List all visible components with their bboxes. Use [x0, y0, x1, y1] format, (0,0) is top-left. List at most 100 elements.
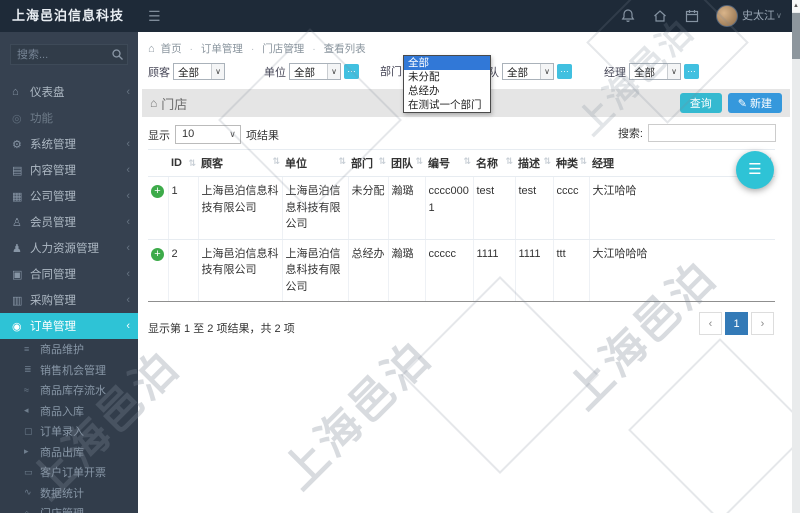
sidebar-item-company-mgmt[interactable]: ▦ 公司管理 ‹	[0, 183, 138, 209]
sidebar-item-functions[interactable]: ◎ 功能	[0, 105, 138, 131]
submenu-item-sales-opportunity[interactable]: ≣ 销售机会管理	[0, 360, 138, 381]
sort-icon: ⇅	[378, 156, 386, 166]
submenu-item-store-mgmt[interactable]: ⌂ 门店管理	[0, 503, 138, 513]
procurement-icon: ▥	[12, 294, 23, 307]
submenu-item-inventory-flow[interactable]: ≈ 商品库存流水	[0, 380, 138, 401]
sidebar-item-contract-mgmt[interactable]: ▣ 合同管理 ‹	[0, 261, 138, 287]
filter-manager: 经理 全部 ∨ …	[604, 63, 699, 80]
header-customer[interactable]: 顾客 ⇅	[198, 149, 282, 177]
header-id[interactable]: ID ⇅	[168, 149, 198, 177]
submenu-item-data-statistics[interactable]: ∿ 数据统计	[0, 483, 138, 504]
pagination-next-button[interactable]: ›	[751, 312, 774, 335]
user-avatar[interactable]	[716, 5, 738, 27]
invoice-icon: ▭	[24, 466, 33, 477]
store-icon: ⌂	[150, 96, 158, 110]
breadcrumb-store-mgmt[interactable]: 门店管理	[262, 43, 304, 55]
search-label: 搜索:	[617, 128, 643, 140]
header-department[interactable]: 部门 ⇅	[348, 149, 388, 177]
sidebar: ⌂ 仪表盘 ‹ ◎ 功能 ⚙ 系统管理 ‹ ▤ 内容管理 ‹ ▦ 公司管理	[0, 32, 138, 513]
team-select[interactable]: 全部 ∨	[502, 63, 554, 80]
header-unit[interactable]: 单位 ⇅	[282, 149, 348, 177]
chevron-down-icon: ∨	[667, 64, 680, 79]
company-icon: ▦	[12, 190, 23, 203]
cell-description: 1111	[514, 239, 553, 302]
cell-code: cccc0001	[424, 176, 473, 240]
sidebar-item-content-mgmt[interactable]: ▤ 内容管理 ‹	[0, 157, 138, 183]
menu-icon: ☰	[748, 161, 762, 178]
dropdown-option-unassigned[interactable]: 未分配	[404, 70, 490, 84]
header-expand	[148, 149, 168, 177]
cell-customer: 上海邑泊信息科技有限公司	[197, 239, 282, 302]
table-row: + 2 上海邑泊信息科技有限公司 上海邑泊信息科技有限公司 总经办 瀚璐 ccc…	[148, 239, 775, 302]
scroll-up-arrow-icon[interactable]: ▲	[792, 0, 800, 12]
unit-select[interactable]: 全部 ∨	[289, 63, 341, 80]
header-name[interactable]: 名称 ⇅	[473, 149, 515, 177]
row-expand-button[interactable]: +	[151, 247, 164, 261]
sidebar-item-system-mgmt[interactable]: ⚙ 系统管理 ‹	[0, 131, 138, 157]
chevron-down-icon: ∨	[327, 64, 340, 79]
floating-menu-button[interactable]: ☰	[736, 151, 774, 189]
submenu-item-product-outbound[interactable]: ▸ 商品出库	[0, 442, 138, 463]
cart-icon: ◉	[12, 320, 22, 333]
header-category[interactable]: 种类 ⇅	[553, 149, 589, 177]
scrollbar-thumb[interactable]	[792, 13, 800, 59]
chevron-left-icon: ‹	[126, 164, 130, 176]
chevron-left-icon: ‹	[126, 138, 130, 150]
header-team[interactable]: 团队 ⇅	[388, 149, 425, 177]
customer-select[interactable]: 全部 ∨	[173, 63, 225, 80]
submenu-item-order-entry[interactable]: ▢ 订单录入	[0, 421, 138, 442]
query-button[interactable]: 查询	[679, 93, 722, 113]
new-button[interactable]: ✎ 新建	[727, 93, 782, 113]
sidebar-menu: ⌂ 仪表盘 ‹ ◎ 功能 ⚙ 系统管理 ‹ ▤ 内容管理 ‹ ▦ 公司管理 ‹ …	[0, 79, 138, 513]
bell-icon[interactable]	[620, 8, 636, 24]
submenu-item-product-inbound[interactable]: ◂ 商品入库	[0, 401, 138, 422]
chevron-left-icon: ‹	[126, 242, 130, 254]
dropdown-option-test-department[interactable]: 在测试一个部门	[404, 98, 490, 112]
header-code[interactable]: 编号 ⇅	[425, 149, 473, 177]
user-menu-chevron-icon[interactable]: ∨	[776, 0, 782, 32]
page-size-select[interactable]: 10 ∨	[175, 125, 241, 144]
table-row: + 1 上海邑泊信息科技有限公司 上海邑泊信息科技有限公司 未分配 瀚璐 ccc…	[148, 176, 775, 240]
chevron-down-icon: ∨	[211, 64, 224, 79]
dropdown-option-all[interactable]: 全部	[404, 56, 490, 70]
sidebar-toggle-icon[interactable]: ☰	[148, 0, 161, 32]
chevron-down-icon: ∨	[229, 129, 236, 139]
user-name[interactable]: 史太江	[742, 0, 775, 32]
submenu-item-product-maintenance[interactable]: ≡ 商品维护	[0, 339, 138, 360]
vertical-scrollbar[interactable]: ▲	[792, 0, 800, 513]
table-search-input[interactable]	[648, 124, 776, 142]
submenu-item-customer-invoicing[interactable]: ▭ 客户订单开票	[0, 462, 138, 483]
breadcrumb-order-mgmt[interactable]: 订单管理	[201, 43, 243, 55]
pagination-prev-button[interactable]: ‹	[699, 312, 722, 335]
cell-category: cccc	[552, 176, 589, 240]
home-icon[interactable]	[652, 8, 668, 24]
row-expand-button[interactable]: +	[151, 185, 164, 198]
dropdown-option-general-office[interactable]: 总经办	[404, 84, 490, 98]
table-footer: 显示第 1 至 2 项结果，共 2 项 ‹ 1 ›	[138, 310, 792, 354]
sidebar-item-hr-mgmt[interactable]: ♟ 人力资源管理 ‹	[0, 235, 138, 261]
cell-department: 总经办	[347, 239, 388, 302]
sidebar-item-member-mgmt[interactable]: ♙ 会员管理 ‹	[0, 209, 138, 235]
unit-more-button[interactable]: …	[344, 64, 359, 79]
header-description[interactable]: 描述 ⇅	[515, 149, 553, 177]
cell-name: 1111	[472, 239, 515, 302]
cell-description: test	[514, 176, 553, 240]
chevron-left-icon: ‹	[126, 268, 130, 280]
cell-department: 未分配	[347, 176, 388, 240]
sidebar-item-dashboard[interactable]: ⌂ 仪表盘 ‹	[0, 79, 138, 105]
manager-more-button[interactable]: …	[684, 64, 699, 79]
home-icon: ⌂	[148, 43, 155, 55]
sidebar-item-order-mgmt[interactable]: ◉ 订单管理 ‹	[0, 313, 138, 339]
inbound-icon: ◂	[24, 405, 29, 416]
sort-icon: ⇅	[543, 156, 551, 166]
sidebar-item-procurement-mgmt[interactable]: ▥ 采购管理 ‹	[0, 287, 138, 313]
manager-select[interactable]: 全部 ∨	[629, 63, 681, 80]
pagination-page-1[interactable]: 1	[725, 312, 748, 335]
chevron-left-icon: ‹	[126, 294, 130, 306]
table-controls: 显示 10 ∨ 项结果 搜索:	[138, 119, 792, 149]
calendar-icon[interactable]	[684, 8, 700, 24]
contract-icon: ▣	[12, 268, 23, 281]
breadcrumb-home[interactable]: 首页	[161, 43, 182, 55]
order-mgmt-submenu: ≡ 商品维护 ≣ 销售机会管理 ≈ 商品库存流水 ◂ 商品入库 ▢ 订单录入 ▸…	[0, 339, 138, 513]
team-more-button[interactable]: …	[557, 64, 572, 79]
